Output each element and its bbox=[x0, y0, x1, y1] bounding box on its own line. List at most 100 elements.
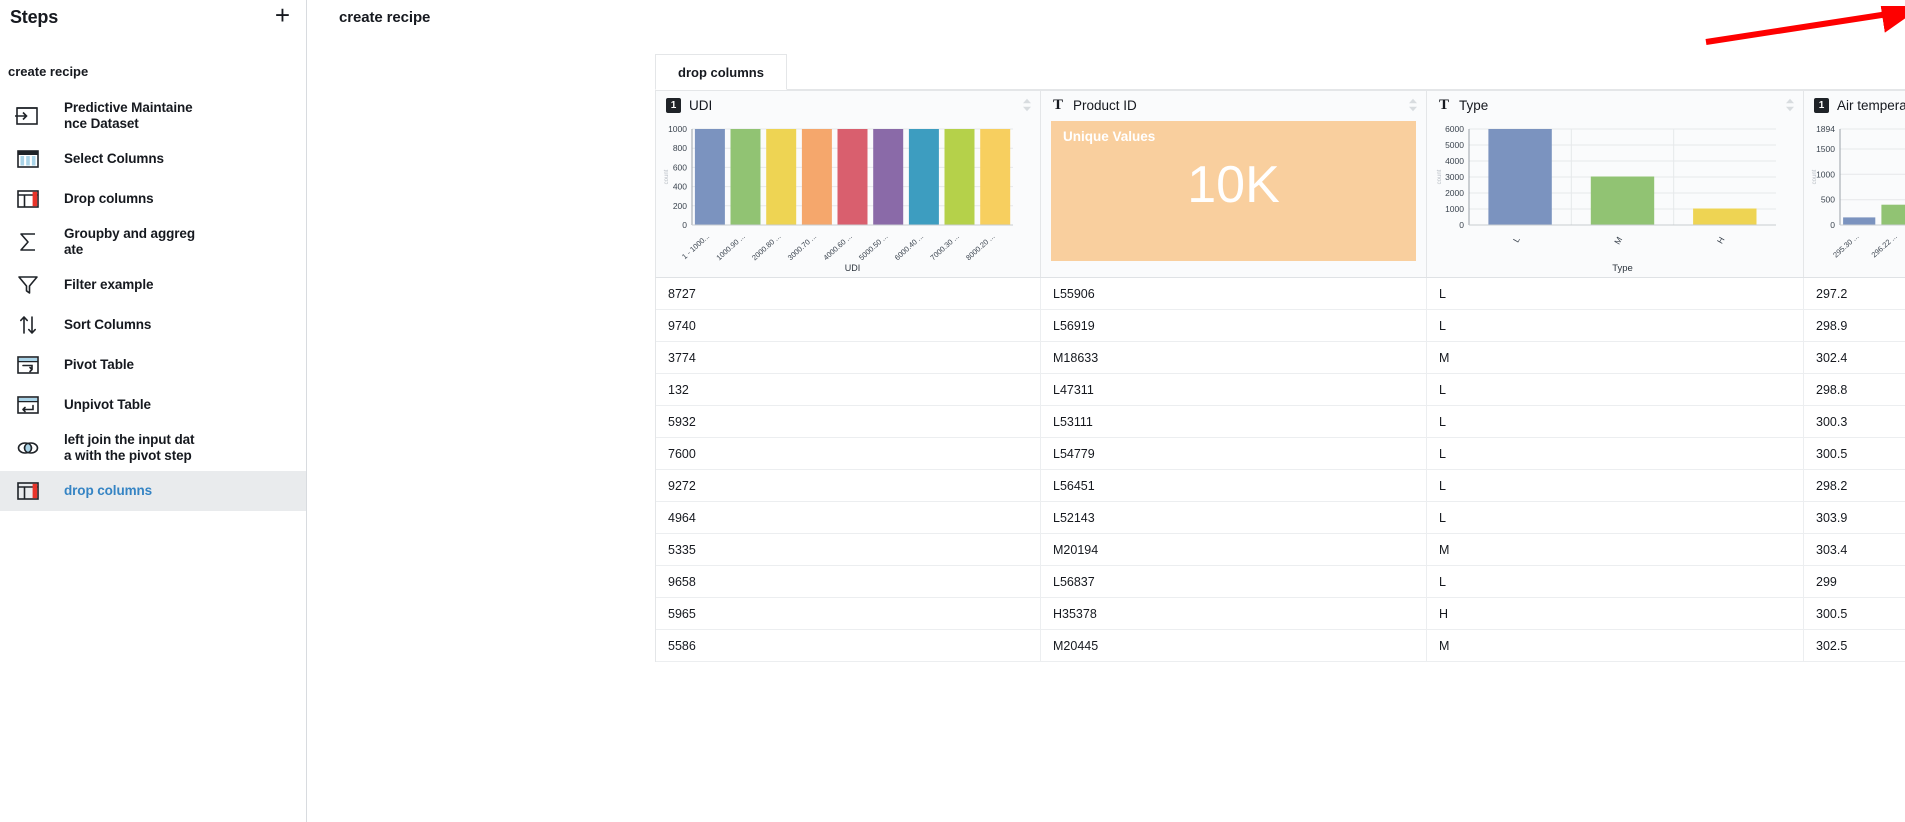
table-row[interactable]: 5586 M20445 M 302.5 bbox=[656, 630, 1905, 662]
tab-drop-columns[interactable]: drop columns bbox=[655, 54, 787, 90]
add-step-button[interactable] bbox=[1885, 0, 1905, 34]
table-cell-air-temperature-k: 303.4 bbox=[1816, 542, 1848, 557]
tab-strip: drop columns Columns Console Flow bbox=[307, 54, 1905, 90]
table-row[interactable]: 9272 L56451 L 298.2 bbox=[656, 470, 1905, 502]
top-toolbar: create recipe bbox=[307, 0, 1905, 34]
sidebar-step-predictive-maintainence-dataset[interactable]: Predictive Maintainence Dataset bbox=[0, 93, 306, 139]
svg-text:500: 500 bbox=[1821, 195, 1835, 205]
table-cell-air-temperature-k: 300.5 bbox=[1816, 606, 1848, 621]
table-cell-type: H bbox=[1427, 598, 1804, 629]
svg-text:0: 0 bbox=[1830, 220, 1835, 230]
table-cell-product-id: L56837 bbox=[1041, 566, 1427, 597]
main-panel: create recipe drop columns Columns Conso… bbox=[307, 0, 1905, 822]
column-profile-chart-udi-histogram: 0 200 400 600 800 1000 1 - 1000... 1000.90 ... 2… bbox=[656, 119, 1040, 277]
table-row[interactable]: 132 L47311 L 298.8 bbox=[656, 374, 1905, 406]
svg-text:2000.80 ...: 2000.80 ... bbox=[750, 232, 782, 262]
sort-updown-icon[interactable] bbox=[1785, 98, 1795, 112]
svg-text:1000: 1000 bbox=[1816, 169, 1835, 179]
table-cell-type: L bbox=[1427, 310, 1804, 341]
table-cell-product-id: M20445 bbox=[1041, 630, 1427, 661]
table-row[interactable]: 7600 L54779 L 300.5 bbox=[656, 438, 1905, 470]
sidebar-step-left-join-the-input-data-with-the-pivot-step[interactable]: left join the input data with the pivot … bbox=[0, 425, 306, 471]
source-import-icon bbox=[8, 103, 48, 129]
svg-text:6000.40 ...: 6000.40 ... bbox=[893, 232, 925, 262]
unpivot-table-icon bbox=[8, 392, 48, 418]
sidebar-step-label: drop columns bbox=[64, 483, 153, 498]
sidebar-step-pivot-table[interactable]: Pivot Table bbox=[0, 345, 306, 385]
column-profile-chart-product-id-unique: Unique Values 10K bbox=[1041, 121, 1426, 277]
column-header-top: 1 UDI bbox=[656, 91, 1040, 119]
svg-text:2000: 2000 bbox=[1445, 188, 1464, 198]
unique-values-count: 10K bbox=[1187, 156, 1280, 214]
table-cell-air-temperature-k: 298.9 bbox=[1816, 318, 1848, 333]
table-row[interactable]: 5335 M20194 M 303.4 bbox=[656, 534, 1905, 566]
unique-values-tile: Unique Values 10K bbox=[1051, 121, 1416, 261]
table-cell-product-id: L56919 bbox=[1041, 310, 1427, 341]
svg-text:UDI: UDI bbox=[845, 263, 861, 273]
table-cell-type: L bbox=[1427, 566, 1804, 597]
add-step-icon[interactable]: + bbox=[273, 2, 292, 32]
venn-join-icon bbox=[8, 435, 48, 461]
sidebar-step-label: Pivot Table bbox=[64, 357, 134, 372]
svg-text:4000: 4000 bbox=[1445, 156, 1464, 166]
sidebar-step-drop-columns[interactable]: Drop columns bbox=[0, 179, 306, 219]
text-type-icon: T bbox=[1438, 96, 1449, 113]
sidebar-step-drop-columns[interactable]: drop columns bbox=[0, 471, 306, 511]
plus-icon bbox=[1899, 8, 1905, 26]
sidebar-header: Steps + bbox=[0, 0, 306, 34]
column-header-air-temperature-k[interactable]: 1 Air temperature [K] 0 500 1000 1500 1894 295.… bbox=[1804, 91, 1905, 277]
table-cell-type: L bbox=[1427, 502, 1804, 533]
svg-text:200: 200 bbox=[673, 201, 687, 211]
table-cell-udi: 4964 bbox=[656, 502, 1041, 533]
svg-text:0: 0 bbox=[1459, 220, 1464, 230]
sidebar-step-unpivot-table[interactable]: Unpivot Table bbox=[0, 385, 306, 425]
column-header-type[interactable]: T Type 0 1000 2000 3000 4000 5000 6000 L M Hcount Ty… bbox=[1427, 91, 1804, 277]
table-cell-type: M bbox=[1427, 630, 1804, 661]
column-header-product-id[interactable]: T Product ID Unique Values 10K bbox=[1041, 91, 1427, 277]
table-row[interactable]: 5932 L53111 L 300.3 bbox=[656, 406, 1905, 438]
steps-list: Predictive Maintainence Dataset Select Co… bbox=[0, 93, 306, 511]
table-cell-udi: 9272 bbox=[656, 470, 1041, 501]
toolbar-actions bbox=[1885, 0, 1905, 34]
table-cell-udi: 3774 bbox=[656, 342, 1041, 373]
table-row[interactable]: 3774 M18633 M 302.4 bbox=[656, 342, 1905, 374]
sidebar-step-groupby-and-aggregate[interactable]: Groupby and aggregate bbox=[0, 219, 306, 265]
sidebar-step-label: Filter example bbox=[64, 277, 154, 292]
svg-text:295.30 ...: 295.30 ... bbox=[1831, 232, 1860, 260]
sidebar-step-filter-example[interactable]: Filter example bbox=[0, 265, 306, 305]
drop-columns-icon bbox=[8, 478, 48, 504]
numeric-type-icon: 1 bbox=[1814, 97, 1829, 113]
table-cell-product-id: L55906 bbox=[1041, 278, 1427, 309]
column-header-top: T Product ID bbox=[1041, 91, 1426, 119]
table-cell-udi: 8727 bbox=[656, 278, 1041, 309]
table-row[interactable]: 9740 L56919 L 298.9 bbox=[656, 310, 1905, 342]
table-row[interactable]: 8727 L55906 L 297.2 bbox=[656, 278, 1905, 310]
sidebar-title: Steps bbox=[10, 6, 59, 27]
sidebar-step-label: Groupby and aggregate bbox=[64, 226, 195, 257]
sidebar-step-sort-columns[interactable]: Sort Columns bbox=[0, 305, 306, 345]
table-cell-air-temperature-k: 303.9 bbox=[1816, 510, 1848, 525]
text-type-icon: T bbox=[1052, 96, 1063, 113]
sidebar-step-label: Predictive Maintainence Dataset bbox=[64, 100, 193, 131]
table-cell-air-temperature-k: 298.2 bbox=[1816, 478, 1848, 493]
table-row[interactable]: 5965 H35378 H 300.5 bbox=[656, 598, 1905, 630]
column-name: Product ID bbox=[1073, 97, 1137, 113]
sort-updown-icon[interactable] bbox=[1408, 98, 1418, 112]
svg-text:296.22 ...: 296.22 ... bbox=[1870, 232, 1899, 260]
table-cell-air-temperature-k: 298.8 bbox=[1816, 382, 1848, 397]
table-cell-udi: 5335 bbox=[656, 534, 1041, 565]
data-rows: 8727 L55906 L 297.2 9740 L56919 L 298.9 3774 M186… bbox=[655, 278, 1905, 662]
sort-arrows-icon bbox=[8, 312, 48, 338]
table-row[interactable]: 9658 L56837 L 299 bbox=[656, 566, 1905, 598]
table-cell-air-temperature-k: 302.5 bbox=[1816, 638, 1848, 653]
pivot-table-icon bbox=[8, 352, 48, 378]
table-cell-product-id: L53111 bbox=[1041, 406, 1427, 437]
sidebar-step-label: left join the input data with the pivot … bbox=[64, 432, 195, 463]
table-cell-udi: 132 bbox=[656, 374, 1041, 405]
sidebar-step-select-columns[interactable]: Select Columns bbox=[0, 139, 306, 179]
table-row[interactable]: 4964 L52143 L 303.9 bbox=[656, 502, 1905, 534]
svg-text:Type: Type bbox=[1612, 263, 1633, 274]
sort-updown-icon[interactable] bbox=[1022, 98, 1032, 112]
column-header-udi[interactable]: 1 UDI 0 200 400 600 800 1000 1 - 1000... 1000.90 … bbox=[656, 91, 1041, 277]
svg-text:800: 800 bbox=[673, 143, 687, 153]
